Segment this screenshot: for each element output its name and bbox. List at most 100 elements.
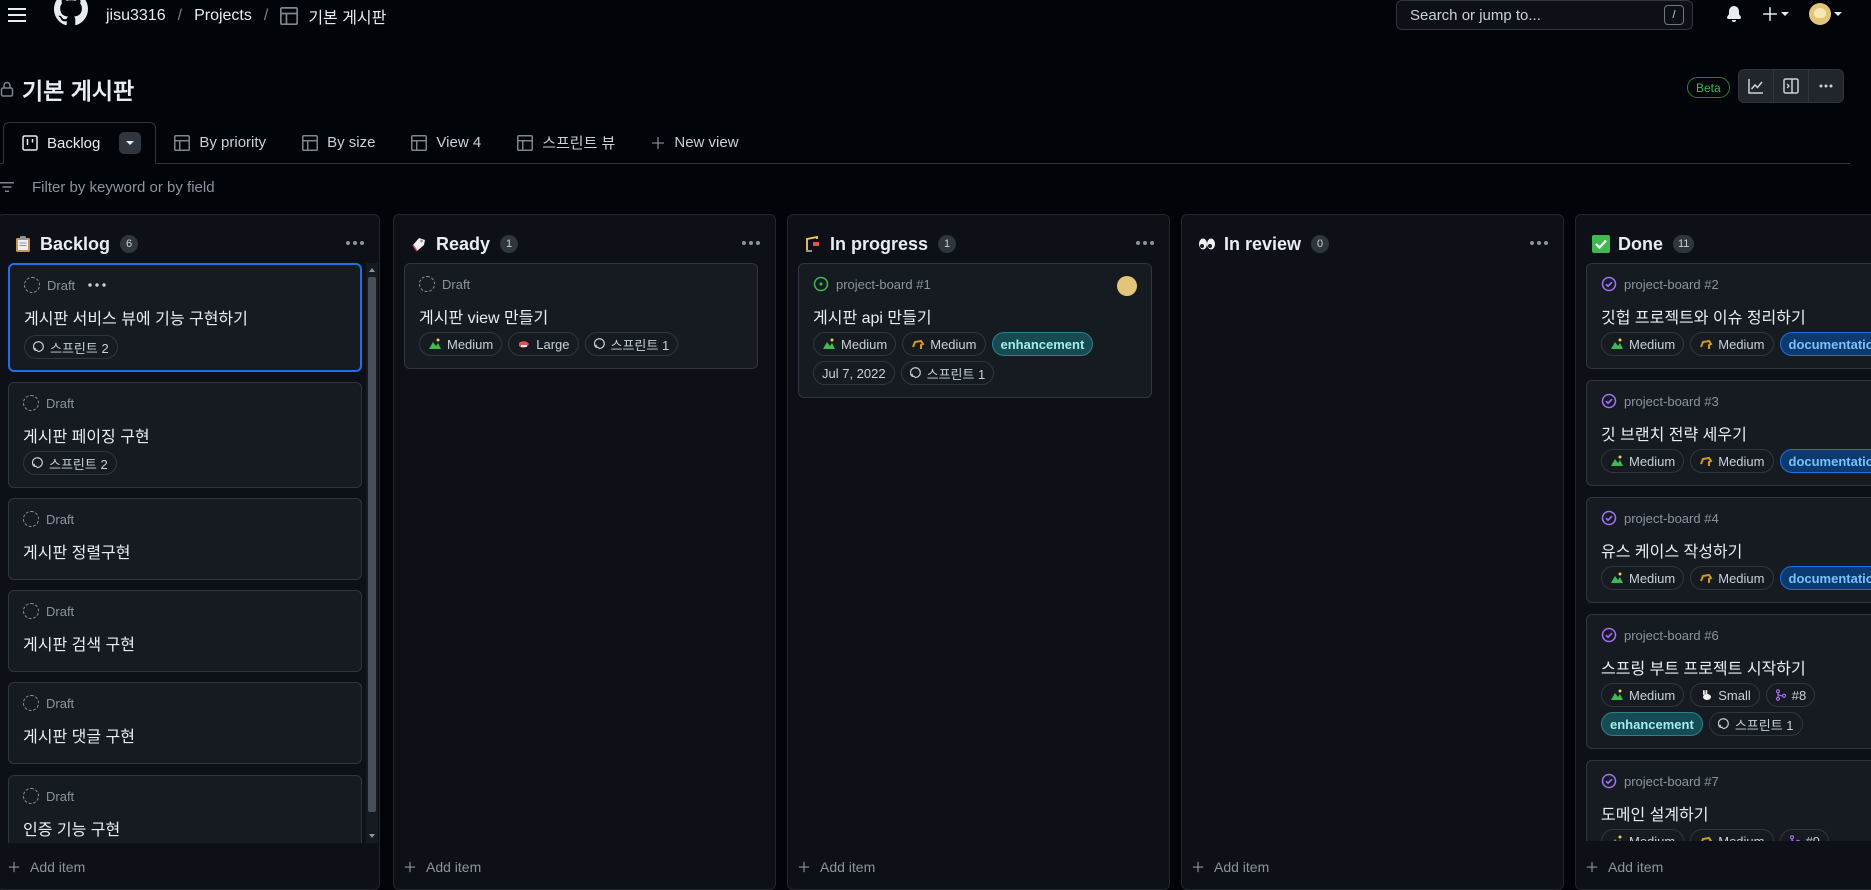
- tab-options-button[interactable]: [119, 132, 142, 154]
- card-title[interactable]: 게시판 페이징 구현: [23, 423, 150, 447]
- priority-chip[interactable]: Medium: [1601, 566, 1685, 590]
- caret-down-icon: [126, 141, 135, 145]
- card[interactable]: Draft 게시판 페이징 구현 스프린트 2: [8, 382, 362, 488]
- card-type[interactable]: project-board #6: [1624, 628, 1719, 643]
- column-scrollbar[interactable]: [366, 263, 378, 843]
- tab-view-4[interactable]: View 4: [393, 122, 499, 163]
- card-title[interactable]: 깃헙 프로젝트와 이슈 정리하기: [1601, 304, 1806, 328]
- sprint-chip[interactable]: 스프린트 1: [900, 361, 995, 385]
- add-item-button[interactable]: Add item: [798, 855, 875, 879]
- card-title[interactable]: 도메인 설계하기: [1601, 801, 1709, 825]
- column-title[interactable]: Done: [1618, 234, 1663, 255]
- priority-chip[interactable]: Medium: [1601, 449, 1685, 473]
- column-more-button[interactable]: [1135, 235, 1155, 251]
- card[interactable]: project-board #3 깃 브랜치 전략 세우기 Medium Med…: [1586, 380, 1871, 486]
- tab-by-priority[interactable]: By priority: [156, 122, 284, 163]
- sprint-chip[interactable]: 스프린트 1: [584, 332, 679, 356]
- column-title[interactable]: In progress: [830, 234, 928, 255]
- size-chip[interactable]: Medium: [1690, 332, 1774, 356]
- size-chip[interactable]: Medium: [1690, 566, 1774, 590]
- card[interactable]: project-board #4 유스 케이스 작성하기 Medium Medi…: [1586, 497, 1871, 603]
- column-backlog: Backlog 6 Draft 게시판 서비스 뷰에 기능 구현하기 스프린트 …: [0, 214, 380, 890]
- card-type[interactable]: project-board #1: [836, 277, 931, 292]
- add-item-button[interactable]: Add item: [404, 855, 481, 879]
- plus-dropdown-button[interactable]: [1762, 6, 1789, 22]
- date-chip[interactable]: Jul 7, 2022: [813, 361, 895, 385]
- add-item-button[interactable]: Add item: [1586, 855, 1663, 879]
- card[interactable]: project-board #1 게시판 api 만들기 Medium Medi…: [798, 263, 1152, 398]
- add-item-button[interactable]: Add item: [1192, 855, 1269, 879]
- project-title-text[interactable]: 기본 게시판: [22, 72, 134, 106]
- card[interactable]: project-board #6 스프링 부트 프로젝트 시작하기 Medium…: [1586, 614, 1871, 749]
- linked-pr-chip[interactable]: #8: [1765, 683, 1816, 707]
- card[interactable]: Draft 게시판 댓글 구현: [8, 682, 362, 764]
- card-title[interactable]: 인증 기능 구현: [23, 816, 120, 840]
- card-title[interactable]: 게시판 view 만들기: [419, 304, 548, 328]
- card[interactable]: Draft 게시판 정렬구현: [8, 498, 362, 580]
- label-enhancement[interactable]: enhancement: [1601, 712, 1703, 736]
- breadcrumb-projects[interactable]: Projects: [194, 7, 252, 25]
- card-type: Draft: [46, 788, 75, 804]
- breadcrumb-user[interactable]: jisu3316: [106, 7, 166, 25]
- menu-icon[interactable]: [4, 2, 30, 28]
- iteration-icon: [909, 367, 921, 379]
- github-logo-icon[interactable]: [54, 0, 88, 30]
- size-chip[interactable]: Medium: [902, 332, 986, 356]
- assignee-avatar[interactable]: [1117, 276, 1137, 296]
- insights-button[interactable]: [1738, 69, 1774, 103]
- column-more-button[interactable]: [741, 235, 761, 251]
- sprint-chip[interactable]: 스프린트 2: [23, 451, 117, 475]
- tab-new-view[interactable]: New view: [633, 122, 756, 163]
- label-documentation[interactable]: documentation: [1779, 449, 1871, 473]
- card[interactable]: Draft 인증 기능 구현: [8, 775, 362, 843]
- tab-sprint-view[interactable]: 스프린트 뷰: [499, 122, 633, 163]
- card-title[interactable]: 게시판 검색 구현: [23, 631, 135, 655]
- sprint-chip[interactable]: 스프린트 2: [24, 335, 118, 359]
- priority-chip[interactable]: Medium: [813, 332, 897, 356]
- column-more-button[interactable]: [345, 235, 365, 251]
- size-chip[interactable]: Small: [1690, 683, 1760, 707]
- size-chip[interactable]: Medium: [1690, 449, 1774, 473]
- card[interactable]: Draft 게시판 view 만들기 Medium Large 스프린트 1: [404, 263, 758, 369]
- filter-input[interactable]: Filter by keyword or by field: [32, 179, 215, 196]
- filter-bar[interactable]: Filter by keyword or by field: [0, 172, 1871, 202]
- size-chip[interactable]: Large: [508, 332, 579, 356]
- breadcrumb-project[interactable]: 기본 게시판: [308, 4, 386, 28]
- chip-label: #8: [1791, 687, 1807, 703]
- horse-icon: [1700, 339, 1713, 349]
- column-title[interactable]: In review: [1224, 234, 1301, 255]
- avatar-menu[interactable]: [1809, 3, 1842, 25]
- card[interactable]: Draft 게시판 검색 구현: [8, 590, 362, 672]
- scrollbar-thumb[interactable]: [368, 277, 376, 812]
- card[interactable]: Draft 게시판 서비스 뷰에 기능 구현하기 스프린트 2: [8, 263, 362, 372]
- card-title[interactable]: 게시판 댓글 구현: [23, 723, 135, 747]
- bell-icon[interactable]: [1726, 5, 1742, 23]
- card-title[interactable]: 유스 케이스 작성하기: [1601, 538, 1742, 562]
- label-documentation[interactable]: documentation: [1779, 332, 1871, 356]
- sprint-chip[interactable]: 스프린트 1: [1708, 712, 1803, 736]
- tab-by-size[interactable]: By size: [284, 122, 393, 163]
- search-input[interactable]: Search or jump to... /: [1396, 0, 1693, 30]
- column-title[interactable]: Ready: [436, 234, 490, 255]
- label-documentation[interactable]: documentation: [1779, 566, 1871, 590]
- label-enhancement[interactable]: enhancement: [991, 332, 1094, 356]
- column-more-button[interactable]: [1529, 235, 1549, 251]
- card-type[interactable]: project-board #3: [1624, 394, 1719, 409]
- project-more-button[interactable]: [1808, 69, 1844, 103]
- card-title[interactable]: 깃 브랜치 전략 세우기: [1601, 421, 1747, 445]
- card-title[interactable]: 게시판 정렬구현: [23, 539, 131, 563]
- card-type[interactable]: project-board #2: [1624, 277, 1719, 292]
- add-item-button[interactable]: Add item: [8, 855, 85, 879]
- priority-chip[interactable]: Medium: [1601, 683, 1685, 707]
- tab-backlog[interactable]: Backlog: [3, 122, 157, 164]
- card-title[interactable]: 게시판 api 만들기: [813, 304, 932, 328]
- card-type[interactable]: project-board #7: [1624, 774, 1719, 789]
- card[interactable]: project-board #2 깃헙 프로젝트와 이슈 정리하기 Medium…: [1586, 263, 1871, 369]
- card-title[interactable]: 게시판 서비스 뷰에 기능 구현하기: [24, 305, 248, 329]
- side-panel-button[interactable]: [1773, 69, 1809, 103]
- priority-chip[interactable]: Medium: [419, 332, 503, 356]
- card-title[interactable]: 스프링 부트 프로젝트 시작하기: [1601, 655, 1806, 679]
- column-title[interactable]: Backlog: [40, 234, 110, 255]
- card-type[interactable]: project-board #4: [1624, 511, 1719, 526]
- priority-chip[interactable]: Medium: [1601, 332, 1685, 356]
